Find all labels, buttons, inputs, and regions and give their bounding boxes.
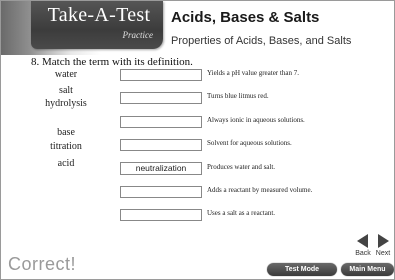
- main-menu-button[interactable]: Main Menu: [341, 263, 394, 276]
- term-water[interactable]: water: [31, 69, 101, 80]
- term-titration[interactable]: titration: [31, 141, 101, 152]
- term-base[interactable]: base: [31, 127, 101, 138]
- app-window: Take-A-Test Practice Acids, Bases & Salt…: [0, 0, 395, 280]
- answer-box[interactable]: [120, 92, 202, 104]
- question-prompt: 8. Match the term with its definition.: [31, 56, 193, 68]
- next-label: Next: [375, 250, 391, 257]
- answer-box[interactable]: [120, 116, 202, 128]
- triangle-left-icon: [357, 234, 368, 248]
- logo: Take-A-Test Practice: [31, 1, 163, 49]
- term-salt[interactable]: salt: [31, 85, 101, 96]
- term-acid[interactable]: acid: [31, 158, 101, 169]
- logo-subtitle: Practice: [122, 30, 154, 40]
- page-subtitle: Properties of Acids, Bases, and Salts: [171, 35, 352, 47]
- definition-text: Produces water and salt.: [207, 163, 276, 171]
- definition-text: Always ionic in aqueous solutions.: [207, 116, 305, 124]
- answer-box[interactable]: [120, 139, 202, 151]
- logo-title: Take-A-Test: [47, 4, 151, 26]
- answer-box[interactable]: [120, 209, 202, 221]
- definition-text: Adds a reactant by measured volume.: [207, 186, 313, 194]
- triangle-right-icon: [378, 234, 389, 248]
- page-title: Acids, Bases & Salts: [171, 9, 320, 26]
- answer-box[interactable]: [120, 69, 202, 81]
- next-button[interactable]: Next: [372, 234, 394, 257]
- header: Take-A-Test Practice Acids, Bases & Salt…: [1, 1, 394, 55]
- test-mode-button[interactable]: Test Mode: [267, 263, 337, 276]
- definition-text: Turns blue litmus red.: [207, 92, 269, 100]
- back-label: Back: [355, 250, 371, 257]
- back-button[interactable]: Back: [352, 234, 374, 257]
- definition-text: Solvent for aqueous solutions.: [207, 139, 292, 147]
- answer-box[interactable]: [120, 186, 202, 198]
- term-hydrolysis[interactable]: hydrolysis: [31, 98, 101, 109]
- feedback-message: Correct!: [8, 254, 77, 274]
- answer-box-filled[interactable]: neutralization: [120, 162, 202, 175]
- definition-text: Uses a salt as a reactant.: [207, 209, 276, 217]
- definition-text: Yields a pH value greater than 7.: [207, 69, 299, 77]
